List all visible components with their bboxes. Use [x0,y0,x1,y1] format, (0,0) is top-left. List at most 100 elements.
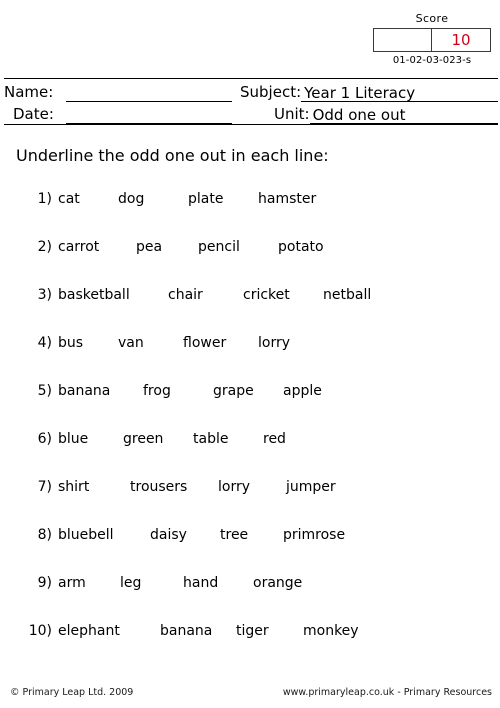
question-words: cat dog plate hamster [58,190,492,208]
question-row: 5) banana frog grape apple [0,382,500,430]
date-field-group: Date: [4,105,232,124]
question-word[interactable]: basketball [58,286,130,304]
question-word[interactable]: monkey [303,622,359,640]
question-row: 2) carrot pea pencil potato [0,238,500,286]
question-row: 3) basketball chair cricket netball [0,286,500,334]
worksheet-serial-number: 01-02-03-023-s [392,55,472,66]
question-words: arm leg hand orange [58,574,492,592]
question-word[interactable]: plate [188,190,223,208]
question-number: 9) [37,575,52,591]
unit-label: Unit: [274,105,310,123]
question-word[interactable]: cat [58,190,80,208]
question-words: carrot pea pencil potato [58,238,492,256]
question-number: 8) [37,527,52,543]
question-number: 7) [37,479,52,495]
question-word[interactable]: banana [160,622,212,640]
question-word[interactable]: jumper [286,478,336,496]
subject-value[interactable]: Year 1 Literacy [301,85,419,102]
score-blank-cell[interactable] [374,29,432,51]
header-row-date-unit: Date: Unit: Odd one out [4,102,498,124]
question-row: 4) bus van flower lorry [0,334,500,382]
question-word[interactable]: lorry [258,334,290,352]
question-row: 7) shirt trousers lorry jumper [0,478,500,526]
question-row: 1) cat dog plate hamster [0,190,500,238]
date-label: Date: [13,105,54,123]
question-words: basketball chair cricket netball [58,286,492,304]
question-word[interactable]: potato [278,238,324,256]
page-footer: © Primary Leap Ltd. 2009 www.primaryleap… [0,686,500,702]
question-word[interactable]: red [263,430,286,448]
question-number: 3) [37,287,52,303]
question-word[interactable]: tree [220,526,248,544]
question-number: 2) [37,239,52,255]
question-word[interactable]: chair [168,286,203,304]
question-words: elephant banana tiger monkey [58,622,492,640]
question-word[interactable]: apple [283,382,322,400]
question-word[interactable]: table [193,430,228,448]
unit-field-group: Unit: Odd one out [232,105,498,124]
question-row: 9) arm leg hand orange [0,574,500,622]
question-word[interactable]: primrose [283,526,345,544]
worksheet-page: Score 10 01-02-03-023-s Name: Subject: Y… [0,0,500,708]
question-number: 5) [37,383,52,399]
header-top-rule [4,78,498,79]
footer-copyright: © Primary Leap Ltd. 2009 [10,687,134,698]
question-word[interactable]: van [118,334,144,352]
question-word[interactable]: cricket [243,286,290,304]
name-label: Name: [4,83,54,101]
score-box-group: 10 [373,28,491,52]
question-word[interactable]: orange [253,574,302,592]
question-words: bluebell daisy tree primrose [58,526,492,544]
question-word[interactable]: lorry [218,478,250,496]
question-word[interactable]: shirt [58,478,89,496]
question-list: 1) cat dog plate hamster 2) carrot pea pencil pot… [0,190,500,670]
question-words: banana frog grape apple [58,382,492,400]
question-word[interactable]: netball [323,286,371,304]
question-number: 1) [37,191,52,207]
question-word[interactable]: banana [58,382,110,400]
question-word[interactable]: hamster [258,190,316,208]
name-field-group: Name: [4,83,232,102]
question-row: 8) bluebell daisy tree primrose [0,526,500,574]
score-value-cell[interactable]: 10 [432,29,490,51]
date-input[interactable] [66,106,232,124]
score-value: 10 [451,30,471,49]
question-word[interactable]: green [123,430,163,448]
instruction-text: Underline the odd one out in each line: [16,146,329,165]
question-row: 10) elephant banana tiger monkey [0,622,500,670]
subject-field-group: Subject: Year 1 Literacy [232,83,498,102]
name-input[interactable] [66,84,232,102]
unit-underline [408,106,498,124]
question-word[interactable]: grape [213,382,254,400]
question-word[interactable]: hand [183,574,218,592]
question-word[interactable]: dog [118,190,144,208]
question-word[interactable]: blue [58,430,88,448]
question-row: 6) blue green table red [0,430,500,478]
question-word[interactable]: pencil [198,238,240,256]
question-number: 4) [37,335,52,351]
question-word[interactable]: elephant [58,622,120,640]
question-word[interactable]: tiger [236,622,269,640]
question-number: 6) [37,431,52,447]
score-block: Score 10 01-02-03-023-s [370,12,494,67]
score-label: Score [415,12,449,25]
question-words: bus van flower lorry [58,334,492,352]
question-word[interactable]: carrot [58,238,99,256]
question-word[interactable]: flower [183,334,226,352]
unit-value[interactable]: Odd one out [309,107,409,124]
header-fields: Name: Subject: Year 1 Literacy Date: Uni… [4,80,498,124]
question-word[interactable]: pea [136,238,162,256]
subject-label: Subject: [240,83,302,101]
question-words: blue green table red [58,430,492,448]
question-word[interactable]: bluebell [58,526,114,544]
question-word[interactable]: daisy [150,526,187,544]
header-bottom-rule [4,124,498,125]
question-number: 10) [28,623,52,639]
question-word[interactable]: leg [120,574,141,592]
question-word[interactable]: frog [143,382,171,400]
question-word[interactable]: arm [58,574,86,592]
question-word[interactable]: trousers [130,478,187,496]
footer-website: www.primaryleap.co.uk - Primary Resource… [282,687,492,698]
subject-underline [418,84,498,102]
question-word[interactable]: bus [58,334,83,352]
